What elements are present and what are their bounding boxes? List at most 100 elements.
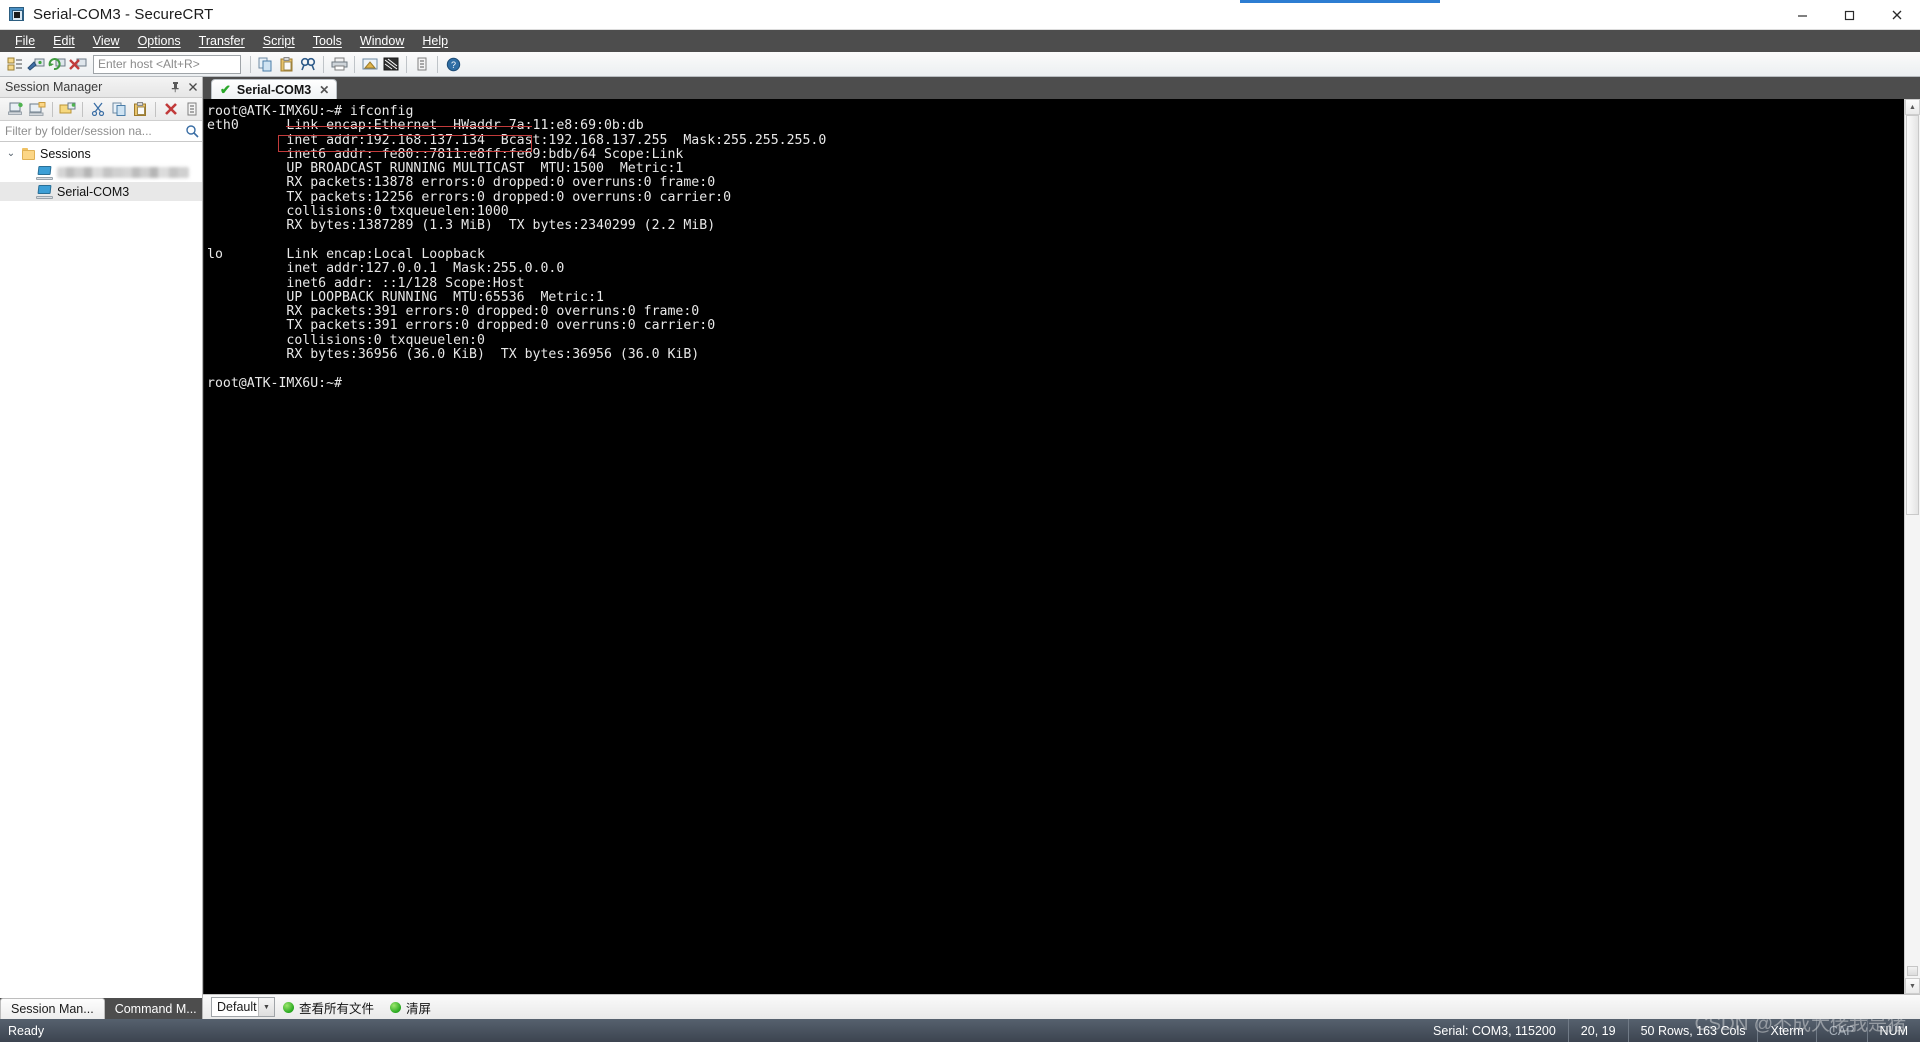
reconnect-icon[interactable]	[47, 54, 67, 74]
menu-edit[interactable]: Edit	[44, 32, 84, 50]
chevron-down-icon[interactable]: ▼	[258, 998, 274, 1016]
tab-session-manager[interactable]: Session Man...	[0, 998, 105, 1019]
list-item[interactable]: Serial-COM3	[0, 182, 202, 201]
status-emulation: Xterm	[1757, 1019, 1815, 1042]
annotation-rectangle	[278, 134, 533, 153]
button-label: 清屏	[406, 1001, 432, 1016]
menu-file[interactable]: File	[6, 32, 44, 50]
close-icon[interactable]	[185, 79, 200, 96]
button-bar-profile-select[interactable]: Default ▼	[211, 997, 275, 1017]
find-icon[interactable]	[298, 54, 318, 74]
chevron-down-icon[interactable]: ⌄	[4, 148, 18, 159]
toolbar-separator	[323, 55, 324, 73]
menu-bar: File Edit View Options Transfer Script T…	[0, 30, 1920, 52]
terminal-tab-strip: ✔ Serial-COM3 ✕	[203, 77, 1920, 99]
toolbar-separator	[155, 101, 157, 117]
scrollbar-thumb[interactable]	[1906, 115, 1919, 515]
main-toolbar: Enter host <Alt+R> ?	[0, 52, 1920, 77]
cut-icon[interactable]	[88, 100, 107, 119]
redacted-session-name	[57, 167, 189, 178]
status-caps-lock: CAP	[1815, 1019, 1867, 1042]
toolbar-separator	[51, 101, 53, 117]
menu-window[interactable]: Window	[351, 32, 413, 50]
session-icon	[36, 165, 53, 180]
log-session-icon[interactable]	[360, 54, 380, 74]
session-tree: ⌄ Sessions Serial-COM3	[0, 142, 202, 998]
new-folder-icon[interactable]	[27, 100, 46, 119]
terminal-area: ✔ Serial-COM3 ✕ root@ATK-IMX6U:~# ifconf…	[203, 77, 1920, 1019]
host-input[interactable]: Enter host <Alt+R>	[93, 54, 241, 74]
green-check-icon: ✔	[220, 82, 231, 97]
terminal-output: root@ATK-IMX6U:~# ifconfig eth0 Link enc…	[207, 104, 827, 391]
copy-icon[interactable]	[110, 100, 129, 119]
scrollbar-track[interactable]	[1905, 115, 1920, 978]
minimize-button[interactable]	[1779, 0, 1826, 30]
session-icon	[36, 184, 53, 199]
securecrt-app-icon	[8, 6, 26, 24]
session-filter-row[interactable]: Filter by folder/session na...	[0, 121, 202, 142]
scroll-down-button[interactable]: ▼	[1905, 978, 1920, 994]
status-serial: Serial: COM3, 115200	[1433, 1023, 1556, 1038]
search-icon[interactable]	[182, 124, 202, 138]
scroll-up-button[interactable]: ▲	[1905, 99, 1920, 115]
tree-node-label: Sessions	[40, 146, 91, 161]
session-manager-panel: Session Manager Filter by folder/session…	[0, 77, 203, 1019]
button-clear-screen[interactable]: 清屏	[382, 998, 439, 1017]
print-icon[interactable]	[329, 54, 349, 74]
list-item[interactable]	[0, 163, 202, 182]
help-icon[interactable]: ?	[443, 54, 463, 74]
pin-icon[interactable]	[168, 79, 183, 96]
paste-icon[interactable]	[131, 100, 150, 119]
properties-icon[interactable]	[183, 100, 202, 119]
tree-node-sessions[interactable]: ⌄ Sessions	[0, 144, 202, 163]
status-cursor-position: 20, 19	[1567, 1019, 1628, 1042]
disconnect-icon[interactable]	[68, 54, 88, 74]
tab-label: Serial-COM3	[236, 82, 312, 97]
profile-label: Default	[217, 1000, 257, 1014]
session-manager-toolbar	[0, 98, 202, 121]
window-title: Serial-COM3 - SecureCRT	[33, 6, 214, 23]
status-dot-icon	[283, 1001, 294, 1013]
title-accent-stripe	[1240, 0, 1440, 3]
menu-help[interactable]: Help	[413, 32, 457, 50]
menu-options[interactable]: Options	[129, 32, 190, 50]
new-session-icon[interactable]	[6, 100, 25, 119]
delete-icon[interactable]	[161, 100, 180, 119]
connect-icon[interactable]	[26, 54, 46, 74]
session-manager-bottom-tabs: Session Man... Command M...	[0, 998, 202, 1019]
toolbar-separator	[82, 101, 84, 117]
status-bar: Ready Serial: COM3, 115200 20, 19 50 Row…	[0, 1014, 1920, 1042]
button-view-all-files[interactable]: 查看所有文件	[275, 998, 382, 1017]
close-icon[interactable]: ✕	[319, 83, 329, 97]
menu-transfer[interactable]: Transfer	[190, 32, 254, 50]
session-filter-input[interactable]: Filter by folder/session na...	[5, 124, 182, 138]
tab-serial-com3[interactable]: ✔ Serial-COM3 ✕	[211, 79, 338, 99]
close-button[interactable]	[1873, 0, 1920, 30]
session-manager-icon[interactable]	[5, 54, 25, 74]
toolbar-separator	[250, 55, 251, 73]
toolbar-separator	[437, 55, 438, 73]
status-num-lock: NUM	[1866, 1019, 1920, 1042]
status-message: Ready	[8, 1023, 45, 1038]
connect-in-tab-icon[interactable]	[58, 100, 77, 119]
toolbar-separator	[406, 55, 407, 73]
menu-tools[interactable]: Tools	[304, 32, 351, 50]
terminal-screen[interactable]: root@ATK-IMX6U:~# ifconfig eth0 Link enc…	[203, 99, 1920, 994]
paste-icon[interactable]	[277, 54, 297, 74]
button-bar: Default ▼ 查看所有文件 清屏	[203, 994, 1920, 1019]
terminal-scrollbar[interactable]: ▲ ▼	[1904, 99, 1920, 994]
menu-script[interactable]: Script	[254, 32, 304, 50]
maximize-button[interactable]	[1826, 0, 1873, 30]
copy-icon[interactable]	[256, 54, 276, 74]
chat-window-icon[interactable]	[381, 54, 401, 74]
properties-icon[interactable]	[412, 54, 432, 74]
session-manager-title: Session Manager	[5, 80, 103, 94]
session-manager-header: Session Manager	[0, 77, 202, 98]
resize-grip-icon[interactable]	[1907, 966, 1918, 976]
folder-icon	[22, 147, 36, 160]
menu-view[interactable]: View	[84, 32, 129, 50]
tab-command-manager[interactable]: Command M...	[105, 998, 207, 1019]
button-label: 查看所有文件	[299, 1001, 375, 1016]
window-controls	[1779, 0, 1920, 30]
main-body: Session Manager Filter by folder/session…	[0, 77, 1920, 1019]
